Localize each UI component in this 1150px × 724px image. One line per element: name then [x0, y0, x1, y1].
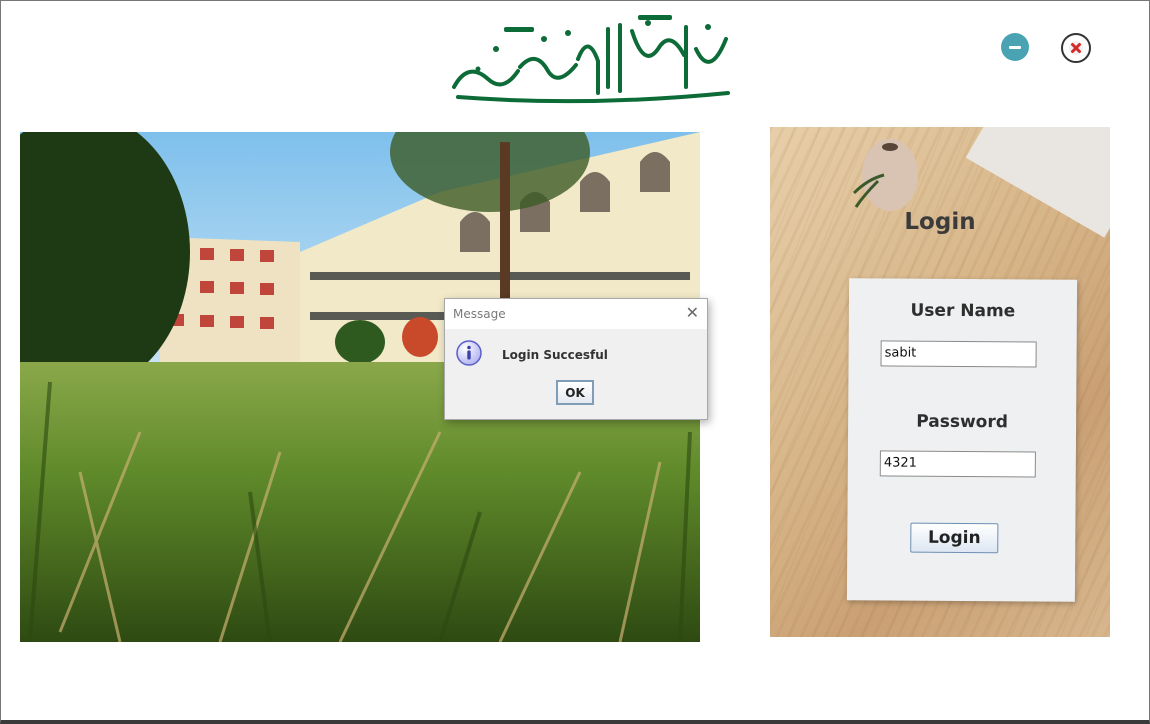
dialog-titlebar: Message ✕ [445, 299, 707, 329]
username-input[interactable]: sabit [880, 340, 1037, 368]
password-input[interactable]: 4321 [879, 450, 1036, 478]
message-dialog: Message ✕ Login Succesful OK [444, 298, 708, 420]
login-button[interactable]: Login [910, 522, 999, 554]
minimize-button[interactable] [1001, 33, 1029, 61]
ok-button[interactable]: OK [556, 380, 594, 405]
dialog-close-button[interactable]: ✕ [686, 305, 699, 321]
vase-icon [852, 139, 918, 211]
password-label: Password [916, 411, 1009, 433]
login-title: Login [904, 209, 976, 235]
info-icon [456, 340, 482, 366]
app-window: Login User Name sabit Password 4321 Logi… [0, 0, 1150, 724]
minimize-icon [1009, 45, 1021, 49]
dialog-message: Login Succesful [502, 348, 608, 362]
username-label: User Name [910, 300, 1016, 322]
dialog-title: Message [453, 307, 506, 321]
bismillah-logo-icon [452, 15, 730, 104]
login-panel: Login User Name sabit Password 4321 Logi… [770, 127, 1110, 637]
close-icon [1069, 41, 1083, 55]
close-button[interactable] [1061, 33, 1091, 63]
login-card: User Name sabit Password 4321 Login [846, 278, 1078, 602]
